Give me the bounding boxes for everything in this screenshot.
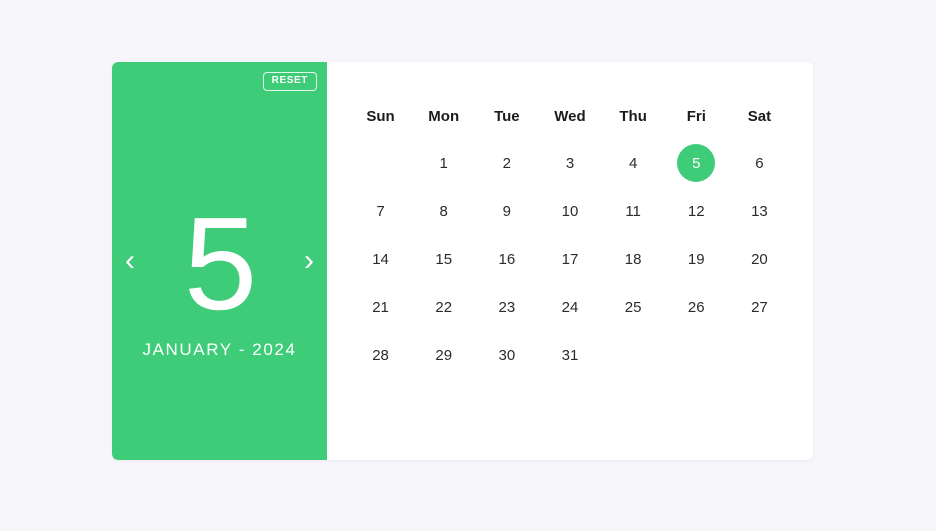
day-number: 5 xyxy=(677,144,716,182)
calendar-week-row: 21 22 23 24 25 26 27 xyxy=(349,283,791,331)
day-cell-20[interactable]: 20 xyxy=(728,235,791,283)
day-cell-26[interactable]: 26 xyxy=(665,283,728,331)
day-number: 22 xyxy=(435,298,453,316)
day-number: 27 xyxy=(751,298,768,316)
day-cell-5[interactable]: 5 xyxy=(665,139,728,187)
day-number: 12 xyxy=(687,202,705,220)
day-number xyxy=(362,144,400,182)
day-cell-2[interactable]: 2 xyxy=(475,139,538,187)
day-number: 1 xyxy=(439,154,448,172)
calendar-week-row: 7 8 9 10 11 12 13 xyxy=(349,187,791,235)
day-cell-27[interactable]: 27 xyxy=(728,283,791,331)
weekday-header-thu: Thu xyxy=(619,108,647,125)
day-number: 28 xyxy=(372,346,389,364)
day-cell-8[interactable]: 8 xyxy=(412,187,475,235)
weekday-header-mon: Mon xyxy=(428,108,460,125)
calendar-week-row: 28 29 30 31 xyxy=(349,331,791,379)
day-cell-25[interactable]: 25 xyxy=(602,283,665,331)
weekday-header-tue: Tue xyxy=(494,108,520,125)
day-cell-16[interactable]: 16 xyxy=(475,235,538,283)
day-cell-12[interactable]: 12 xyxy=(665,187,728,235)
day-cell-7[interactable]: 7 xyxy=(349,187,412,235)
day-number: 14 xyxy=(372,250,389,268)
day-cell-6[interactable]: 6 xyxy=(728,139,791,187)
day-number: 31 xyxy=(561,346,579,364)
day-cell-empty xyxy=(728,331,791,379)
day-number: 3 xyxy=(565,154,575,172)
day-number: 29 xyxy=(435,346,453,364)
day-number: 23 xyxy=(498,298,516,316)
calendar-week-row: 14 15 16 17 18 19 20 xyxy=(349,235,791,283)
day-cell-empty xyxy=(665,331,728,379)
day-number: 26 xyxy=(687,298,705,316)
day-number: 16 xyxy=(498,250,516,268)
day-cell-4[interactable]: 4 xyxy=(602,139,665,187)
day-number xyxy=(614,336,652,374)
chevron-right-icon[interactable]: › xyxy=(297,246,321,276)
day-number: 18 xyxy=(624,250,642,268)
day-number: 15 xyxy=(435,250,453,268)
day-number: 4 xyxy=(628,154,638,172)
day-number: 11 xyxy=(625,202,641,220)
day-cell-21[interactable]: 21 xyxy=(349,283,412,331)
day-number: 21 xyxy=(372,298,389,316)
day-number: 8 xyxy=(439,202,448,220)
day-cell-9[interactable]: 9 xyxy=(475,187,538,235)
day-cell-29[interactable]: 29 xyxy=(412,331,475,379)
month-year-label: JANUARY - 2024 xyxy=(142,340,297,360)
selected-day-number: 5 xyxy=(183,189,257,337)
weekday-header-wed: Wed xyxy=(554,108,586,125)
day-cell-23[interactable]: 23 xyxy=(475,283,538,331)
day-number: 17 xyxy=(561,250,579,268)
weekday-header-fri: Fri xyxy=(686,108,706,125)
day-number: 2 xyxy=(502,154,512,172)
day-number: 10 xyxy=(561,202,579,220)
day-cell-28[interactable]: 28 xyxy=(349,331,412,379)
day-number: 6 xyxy=(755,154,764,172)
day-cell-11[interactable]: 11 xyxy=(602,187,665,235)
day-number: 13 xyxy=(751,202,768,220)
day-cell-empty xyxy=(602,331,665,379)
day-number: 25 xyxy=(624,298,642,316)
weekday-header-sat: Sat xyxy=(747,108,772,125)
day-cell-18[interactable]: 18 xyxy=(602,235,665,283)
day-number: 30 xyxy=(498,346,516,364)
calendar-week-row: 1 2 3 4 5 6 xyxy=(349,139,791,187)
day-cell-19[interactable]: 19 xyxy=(665,235,728,283)
reset-button[interactable]: RESET xyxy=(262,72,317,91)
weekday-header-row: Sun Mon Tue Wed Thu Fri Sat xyxy=(349,108,791,139)
day-number: 20 xyxy=(751,250,768,268)
calendar-grid-panel: Sun Mon Tue Wed Thu Fri Sat 1 2 3 4 5 6 7 8 9 10 11 12 13 1… xyxy=(327,62,813,460)
day-cell-empty xyxy=(349,139,412,187)
day-cell-22[interactable]: 22 xyxy=(412,283,475,331)
chevron-left-icon[interactable]: ‹ xyxy=(118,246,142,276)
day-cell-14[interactable]: 14 xyxy=(349,235,412,283)
day-number: 19 xyxy=(687,250,705,268)
weekday-header-sun: Sun xyxy=(366,108,395,125)
day-cell-3[interactable]: 3 xyxy=(538,139,601,187)
day-number: 9 xyxy=(502,202,512,220)
day-cell-1[interactable]: 1 xyxy=(412,139,475,187)
page-root: RESET ‹ › 5 JANUARY - 2024 Sun Mon Tue Wed T… xyxy=(0,0,936,531)
calendar-side-panel: RESET ‹ › 5 JANUARY - 2024 xyxy=(112,62,327,460)
date-grid: 1 2 3 4 5 6 7 8 9 10 11 12 13 14 15 16 17 18 19 20 21 22 23 24 2… xyxy=(349,139,791,379)
day-cell-17[interactable]: 17 xyxy=(538,235,601,283)
day-cell-13[interactable]: 13 xyxy=(728,187,791,235)
day-cell-31[interactable]: 31 xyxy=(538,331,601,379)
calendar-card: RESET ‹ › 5 JANUARY - 2024 Sun Mon Tue Wed T… xyxy=(112,62,813,460)
day-cell-10[interactable]: 10 xyxy=(538,187,601,235)
selected-date-display: 5 JANUARY - 2024 xyxy=(142,189,297,360)
day-cell-15[interactable]: 15 xyxy=(412,235,475,283)
day-number: 24 xyxy=(561,298,579,316)
day-number: 7 xyxy=(376,202,385,220)
day-cell-30[interactable]: 30 xyxy=(475,331,538,379)
day-number xyxy=(677,336,715,374)
day-cell-24[interactable]: 24 xyxy=(538,283,601,331)
day-number xyxy=(740,336,778,374)
